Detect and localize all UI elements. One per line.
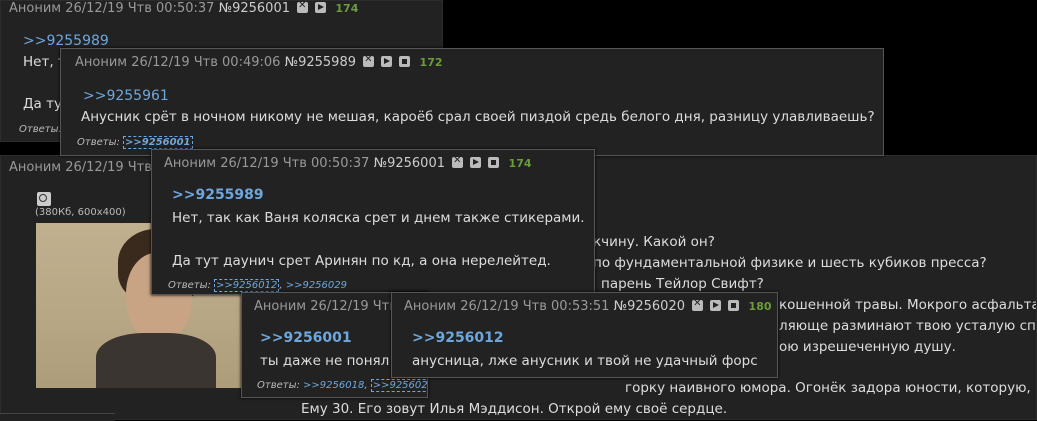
scarf-shape [96, 333, 216, 388]
post-text-line: кчину. Какой он? [593, 234, 715, 250]
post-author-date: Аноним 26/12/19 Чтв 00:50:37 [164, 156, 370, 171]
post-author-date: Аноним 26/12/19 Чтв 00:53:51 [404, 299, 610, 314]
replies-label: Ответы: [19, 124, 62, 135]
reply-link[interactable]: >>9256001 [260, 330, 352, 346]
reply-link[interactable]: >>9255989 [172, 187, 264, 203]
reply-separator: , [364, 380, 368, 391]
reply-link[interactable]: >>9256029 [286, 280, 347, 291]
post-header: Аноним 26/12/19 Чтв 00:50:37 №9256001 17… [164, 155, 532, 171]
post-text-line: кошенной травы. Мокрого асфальта. Ч [779, 297, 1037, 313]
image-info: (380Кб, 600x400) [35, 207, 126, 218]
post-text-line: ляюще разминают твою усталую спи [779, 318, 1037, 334]
post-text-line: Нет, так как Ваня коляска срет и днем та… [172, 210, 585, 226]
post-text-line: ою изрешеченную душу. [779, 339, 956, 355]
popup-post-9255989: Аноним 26/12/19 Чтв 00:49:06 №9255989 17… [60, 48, 884, 156]
replies: Ответы: >>9256001 [77, 136, 193, 149]
reply-link[interactable]: >>9255961 [83, 88, 169, 104]
post-text: ты даже не понял [260, 353, 390, 369]
popup-post-9256001: Аноним 26/12/19 Чтв 00:50:37 №9256001 17… [151, 149, 595, 295]
reply-link[interactable]: >>9255989 [23, 33, 109, 49]
post-count: 180 [748, 300, 772, 313]
post-text: анусница, лже анусник и твой не удачный … [412, 353, 758, 369]
post-text-line: горку наивного юмора. Огонёк задора юнос… [625, 380, 1037, 396]
post-number[interactable]: №9255989 [285, 55, 356, 70]
post-text-line: Да ту [23, 96, 62, 112]
stop-icon[interactable] [399, 56, 411, 67]
replies-label: Ответы: [257, 380, 300, 391]
close-icon[interactable] [363, 54, 375, 67]
post-text: Анусник срёт в ночном никому не мешая, к… [81, 109, 875, 125]
reply-link[interactable]: >>9256001 [123, 136, 193, 149]
play-icon[interactable] [710, 300, 722, 311]
post-count: 174 [335, 2, 359, 15]
play-icon[interactable] [381, 56, 393, 67]
post-number[interactable]: №9256020 [614, 299, 685, 314]
post-text-line: парень Тейлор Свифт? [601, 276, 764, 292]
post-count: 174 [508, 157, 532, 170]
replies: Ответы: >>9256018, >>9256020 [257, 379, 427, 392]
close-icon[interactable] [692, 298, 704, 311]
post-count: 172 [419, 56, 443, 69]
post-number[interactable]: №9256001 [219, 1, 290, 16]
stop-icon[interactable] [728, 300, 740, 311]
post-text-line: по фундаментальной физике и шесть кубико… [593, 255, 987, 271]
post-author-date: Аноним 26/12/19 Чтв 00:49:06 [75, 55, 281, 70]
stop-icon[interactable] [488, 157, 500, 168]
reply-separator: , [279, 280, 283, 291]
replies-label: Ответы: [77, 137, 120, 148]
post-header: Аноним 26/12/19 Чтв [9, 160, 152, 175]
reply-link[interactable]: >>9256018 [303, 380, 364, 391]
post-text-line: Ему 30. Его зовут Илья Мэддисон. Открой … [301, 401, 728, 417]
reply-link[interactable]: >>9256020 [370, 379, 427, 392]
close-icon[interactable] [297, 1, 309, 13]
play-icon[interactable] [315, 2, 327, 13]
play-icon[interactable] [470, 157, 482, 168]
post-text-line: Да тут даунич срет Аринян по кд, а она н… [172, 253, 551, 269]
post-number[interactable]: №9256001 [374, 156, 445, 171]
post-header: Аноним 26/12/19 Чтв 00:50:37 №9256001 17… [9, 1, 358, 16]
replies: Ответы: >>9256012, >>9256029 [168, 279, 347, 292]
close-icon[interactable] [452, 155, 464, 168]
post-header: Аноним 26/12/19 Чтв 00:49:06 №9255989 17… [75, 54, 443, 70]
replies-label: Ответы: [168, 280, 211, 291]
reply-link[interactable]: >>9256012 [214, 279, 280, 292]
search-icon[interactable] [37, 192, 51, 206]
post-header: Аноним 26/12/19 Чтв 00:53:51 №9256020 18… [404, 298, 772, 314]
post-author-date: Аноним 26/12/19 Чтв 00:50:37 [9, 1, 215, 16]
popup-post-9256020: Аноним 26/12/19 Чтв 00:53:51 №9256020 18… [391, 292, 778, 378]
reply-link[interactable]: >>9256012 [412, 330, 504, 346]
post-header: Аноним 26/12/19 Чтв [254, 299, 397, 314]
